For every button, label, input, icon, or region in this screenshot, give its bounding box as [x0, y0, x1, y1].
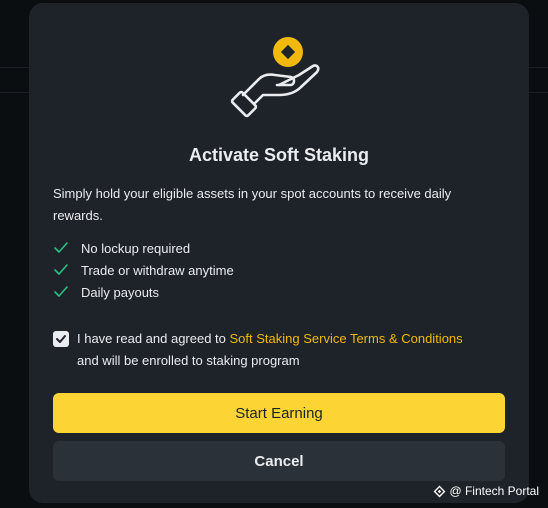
terms-checkbox[interactable]: [53, 331, 69, 347]
feature-label: Daily payouts: [81, 284, 160, 300]
check-icon: [54, 286, 68, 297]
diamond-logo-icon: [433, 485, 446, 497]
check-icon: [54, 264, 68, 275]
terms-agreement: I have read and agreed to Soft Staking S…: [53, 328, 513, 372]
terms-link[interactable]: Soft Staking Service Terms & Conditions: [230, 331, 463, 346]
activate-soft-staking-modal: Activate Soft Staking Simply hold your e…: [29, 3, 529, 503]
modal-title: Activate Soft Staking: [188, 145, 370, 165]
modal-description: Simply hold your eligible assets in your…: [53, 186, 452, 223]
watermark: @ Fintech Portal: [433, 484, 539, 498]
start-earning-button[interactable]: Start Earning: [53, 393, 505, 433]
feature-list: No lockup required Trade or withdraw any…: [53, 237, 234, 303]
terms-agreement-text: I have read and agreed to Soft Staking S…: [77, 328, 463, 372]
hand-holding-coin-icon: [229, 33, 329, 123]
feature-item: No lockup required: [53, 237, 234, 259]
terms-prefix: I have read and agreed to: [77, 331, 226, 346]
feature-item: Daily payouts: [53, 281, 234, 303]
feature-label: Trade or withdraw anytime: [81, 262, 234, 278]
checkbox-checked-icon: [56, 335, 66, 343]
feature-label: No lockup required: [81, 240, 191, 256]
cancel-button[interactable]: Cancel: [53, 441, 505, 481]
feature-item: Trade or withdraw anytime: [53, 259, 234, 281]
watermark-text: @ Fintech Portal: [449, 484, 539, 498]
check-icon: [54, 242, 68, 253]
terms-suffix: and will be enrolled to staking program: [77, 353, 300, 368]
